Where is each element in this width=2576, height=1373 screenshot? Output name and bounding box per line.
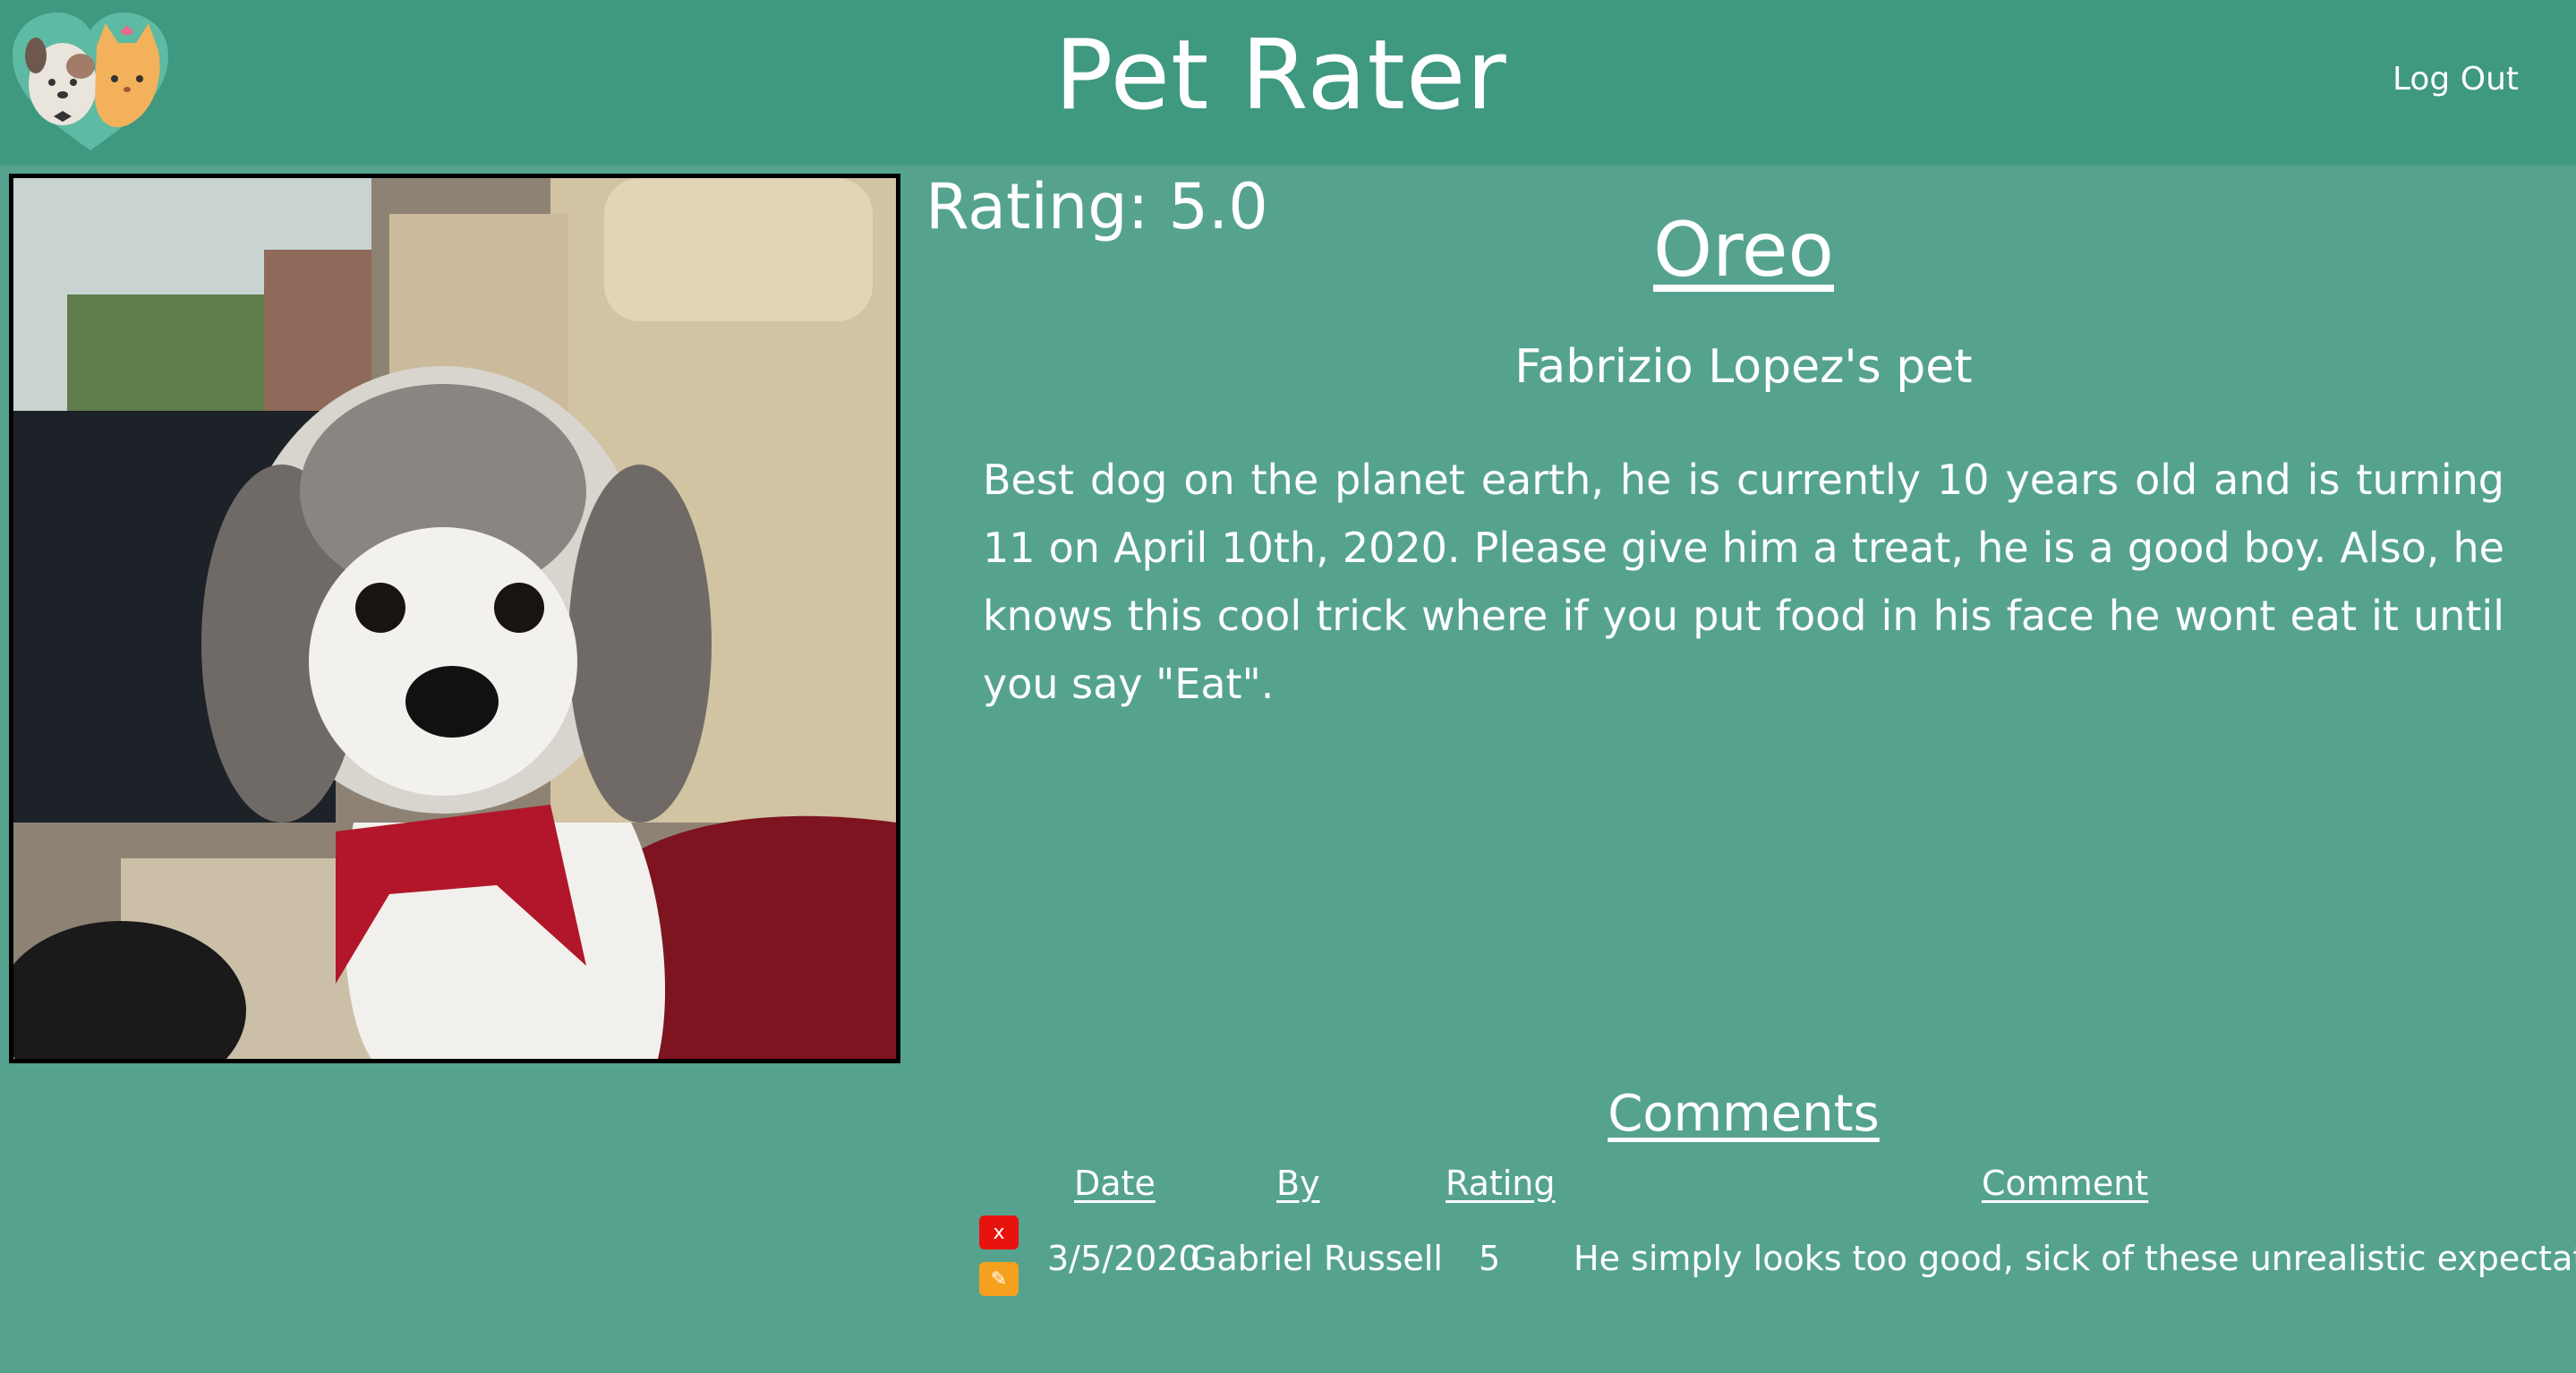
comment-author: Gabriel Russell	[1190, 1239, 1443, 1278]
pet-owner-line: Fabrizio Lopez's pet	[1514, 340, 1973, 394]
comment-text: He simply looks too good, sick of these …	[1574, 1239, 2576, 1278]
pet-description: Best dog on the planet earth, he is curr…	[983, 456, 2504, 708]
app-title: Pet Rater	[1054, 20, 1507, 132]
pet-photo	[9, 174, 900, 1063]
delete-icon: x	[993, 1221, 1005, 1244]
column-header-by: By	[1276, 1164, 1320, 1203]
edit-comment-button[interactable]: ✎	[979, 1262, 1019, 1296]
pet-name: Oreo	[1653, 206, 1834, 294]
column-header-comment: Comment	[1982, 1164, 2149, 1203]
column-header-rating: Rating	[1446, 1164, 1556, 1203]
comment-rating: 5	[1479, 1239, 1501, 1278]
edit-pencil-icon: ✎	[990, 1267, 1008, 1291]
pet-photo-image	[13, 178, 896, 1059]
column-header-date: Date	[1074, 1164, 1156, 1203]
log-out-link[interactable]: Log Out	[2393, 61, 2519, 98]
app-header: Pet Rater Log Out	[0, 0, 2576, 166]
comments-heading: Comments	[1608, 1085, 1880, 1143]
comment-date: 3/5/2020	[1047, 1239, 1200, 1278]
delete-comment-button[interactable]: x	[979, 1215, 1019, 1249]
